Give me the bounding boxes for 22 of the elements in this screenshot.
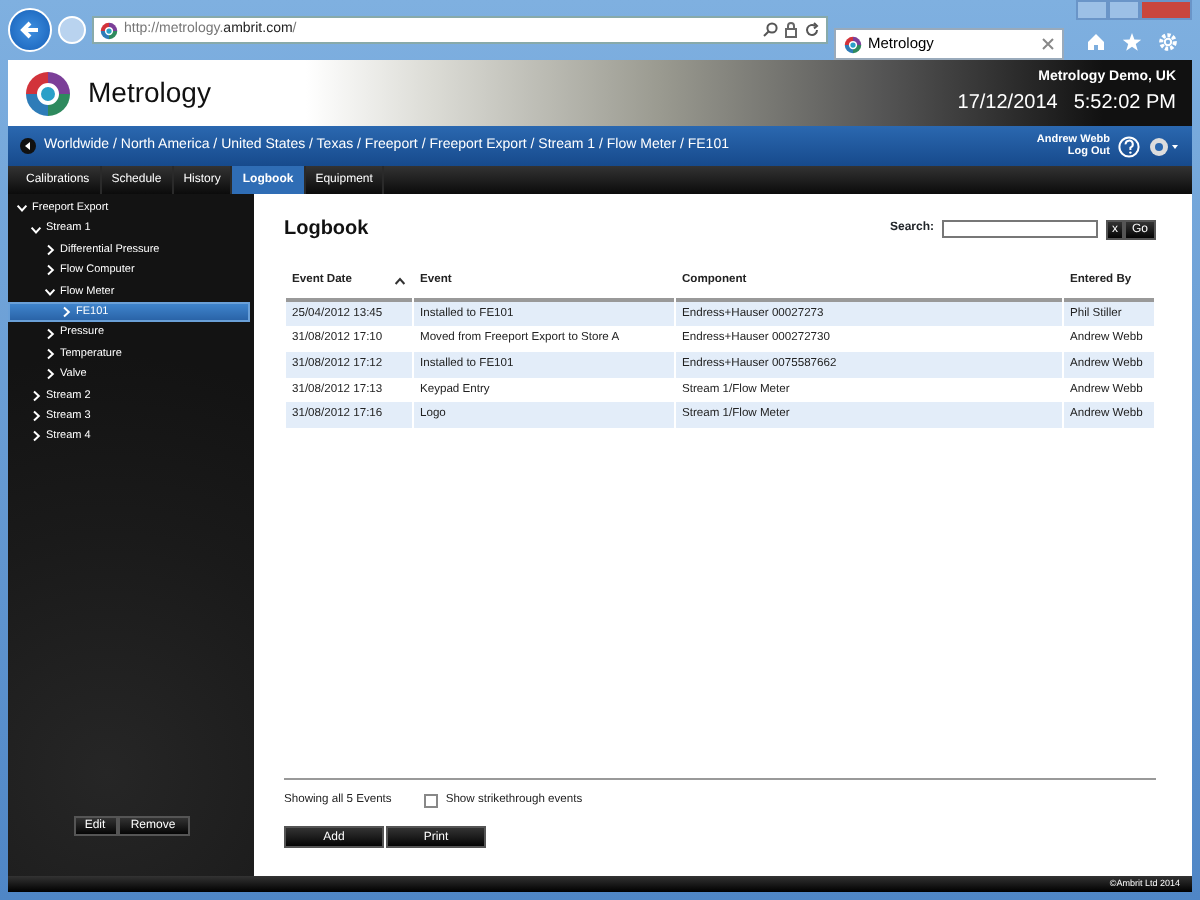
refresh-icon[interactable] bbox=[804, 22, 820, 38]
back-icon[interactable] bbox=[20, 138, 36, 154]
star-icon[interactable] bbox=[1122, 32, 1142, 52]
home-icon[interactable] bbox=[1086, 32, 1106, 52]
app-title: Metrology bbox=[88, 74, 211, 112]
settings-icon[interactable] bbox=[1158, 32, 1178, 52]
help-icon[interactable] bbox=[1118, 135, 1140, 157]
site-icon bbox=[100, 21, 118, 39]
search-icon[interactable] bbox=[762, 22, 778, 38]
logo-icon bbox=[24, 69, 72, 117]
forward-button[interactable] bbox=[58, 16, 86, 44]
date-text: 17/12/2014 bbox=[957, 90, 1058, 119]
arrow-icon bbox=[18, 18, 42, 42]
time-text: 5:52:02 PM bbox=[1073, 90, 1176, 119]
chevron-down-icon bbox=[44, 285, 56, 298]
back-button[interactable] bbox=[8, 8, 52, 52]
page-title: Logbook bbox=[284, 216, 369, 244]
site-icon bbox=[844, 35, 862, 53]
settings-menu-icon[interactable] bbox=[1148, 135, 1180, 157]
search-field[interactable] bbox=[942, 220, 1098, 238]
lock-icon[interactable] bbox=[784, 22, 798, 38]
close-icon[interactable] bbox=[1042, 38, 1054, 50]
